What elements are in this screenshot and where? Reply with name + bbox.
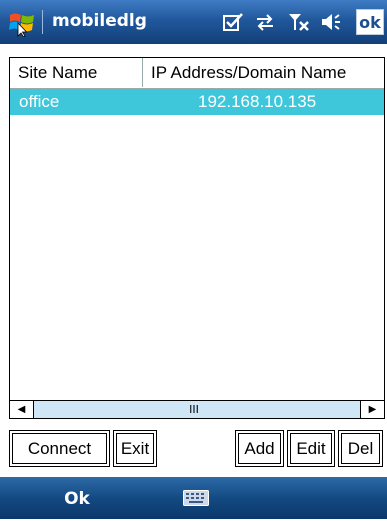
connectivity-icon[interactable] xyxy=(254,12,276,32)
site-list[interactable]: Site Name IP Address/Domain Name office … xyxy=(9,57,385,419)
address-cell: 192.168.10.135 xyxy=(198,92,317,111)
ok-button[interactable]: ok xyxy=(356,9,384,35)
del-button[interactable]: Del xyxy=(338,430,383,467)
speaker-icon[interactable] xyxy=(320,12,342,32)
title-bar: mobiledlg ok xyxy=(0,0,387,44)
scroll-left-icon[interactable]: ◀ xyxy=(10,401,34,418)
column-header-address[interactable]: IP Address/Domain Name xyxy=(144,58,384,87)
windows-start-icon[interactable] xyxy=(8,9,36,37)
column-header-site-name[interactable]: Site Name xyxy=(10,58,143,87)
horizontal-scrollbar[interactable]: ◀ III ▶ xyxy=(10,400,384,418)
site-name-cell: office xyxy=(19,92,60,111)
keyboard-icon[interactable] xyxy=(183,490,209,506)
left-softkey-ok[interactable]: Ok xyxy=(0,477,154,519)
scroll-thumb[interactable]: III xyxy=(36,401,352,418)
add-button[interactable]: Add xyxy=(235,430,284,467)
checkbox-notification-icon[interactable] xyxy=(222,12,244,32)
menu-bar: Ok xyxy=(0,477,387,519)
app-title: mobiledlg xyxy=(52,11,147,31)
scroll-right-icon[interactable]: ▶ xyxy=(360,401,384,418)
signal-off-icon[interactable] xyxy=(288,12,310,32)
list-header: Site Name IP Address/Domain Name xyxy=(10,58,384,89)
list-row[interactable]: office 192.168.10.135 xyxy=(10,89,384,115)
title-separator xyxy=(42,10,43,34)
exit-button[interactable]: Exit xyxy=(113,430,157,467)
connect-button[interactable]: Connect xyxy=(9,430,110,467)
edit-button[interactable]: Edit xyxy=(287,430,335,467)
